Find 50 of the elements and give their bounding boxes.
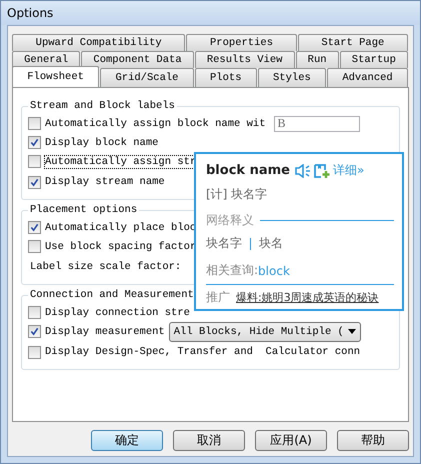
checkbox[interactable] — [28, 117, 41, 130]
related-label: 相关查询: — [206, 262, 258, 279]
speaker-icon[interactable] — [294, 164, 311, 178]
checkbox[interactable] — [28, 240, 41, 253]
dialog-button[interactable]: 应用(A) — [255, 430, 327, 451]
checkbox-label[interactable]: Use block spacing factor — [44, 240, 198, 254]
group-title: Placement options — [29, 204, 138, 216]
checkbox-label[interactable]: Display stream name — [44, 175, 166, 189]
checkbox[interactable] — [28, 346, 41, 358]
tab[interactable]: Plots — [194, 68, 257, 87]
checkbox[interactable] — [28, 176, 41, 188]
tab[interactable]: Advanced — [327, 68, 408, 87]
measurement-dropdown[interactable]: All Blocks, Hide Multiple ( — [168, 322, 361, 342]
checkbox-label[interactable]: Display block name — [44, 136, 160, 150]
promo-label: 推广 — [206, 289, 230, 306]
tab[interactable]: Grid/Scale — [100, 68, 194, 87]
meaning: 块名字 — [206, 235, 242, 252]
checkbox-label[interactable]: Automatically assign block name wit — [44, 116, 267, 130]
tab[interactable]: Properties — [186, 34, 297, 51]
tab[interactable]: Flowsheet — [12, 66, 100, 87]
checkbox-label[interactable]: Display connection stre — [44, 306, 191, 320]
checkbox[interactable] — [28, 136, 41, 149]
add-to-wordbook-icon[interactable] — [314, 164, 330, 178]
tab[interactable]: Component Data — [81, 51, 194, 68]
tab[interactable]: Results View — [194, 51, 295, 68]
block-prefix-field[interactable]: B — [274, 116, 360, 132]
caret-icon — [348, 329, 356, 334]
section-title: 网络释义 — [206, 212, 254, 229]
tab[interactable]: Styles — [258, 68, 326, 87]
headword: block name — [206, 163, 290, 178]
checkbox[interactable] — [28, 325, 41, 338]
tab[interactable]: Upward Compatibility — [12, 34, 186, 51]
group-title: Stream and Block labels — [29, 100, 176, 112]
window-title: Options — [7, 6, 54, 20]
checkbox-label[interactable]: Display measurement — [44, 324, 166, 338]
checkbox[interactable] — [28, 306, 41, 319]
tab[interactable]: Start Page — [298, 34, 408, 51]
checkbox[interactable] — [28, 221, 41, 234]
dialog-button[interactable]: 确定 — [91, 430, 163, 451]
meaning: 块名 — [259, 235, 283, 252]
dialog-button[interactable]: 取消 — [173, 430, 245, 451]
dialog-button[interactable]: 帮助 — [337, 430, 409, 451]
checkbox-label[interactable]: Display Design-Spec, Transfer and Calculator conn — [44, 345, 362, 359]
field-label: Label size scale factor: — [29, 261, 182, 273]
tab[interactable]: Startup — [340, 51, 408, 68]
checkbox[interactable] — [28, 155, 41, 168]
tab[interactable]: Run — [296, 51, 339, 68]
group-title: Connection and Measurement — [29, 289, 195, 301]
phonetic-definition: [计] 块名字 — [206, 186, 268, 203]
promo-link[interactable]: 爆料:姚明3周速成英语的秘诀 — [236, 290, 379, 305]
